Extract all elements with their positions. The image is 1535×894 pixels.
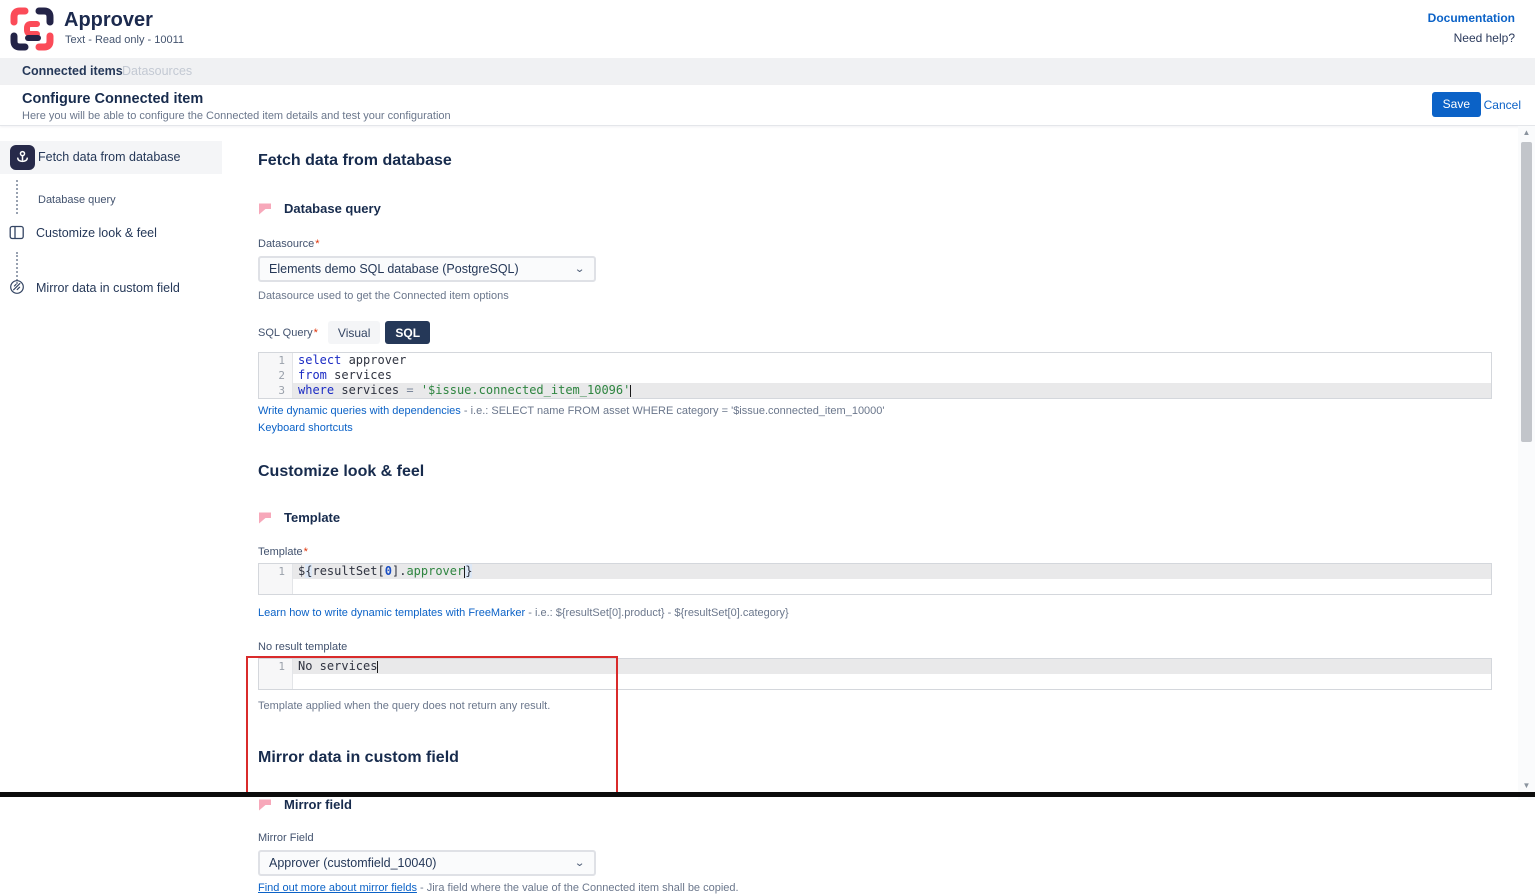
sidebar-item-database-query[interactable]: Database query: [38, 194, 116, 206]
tab-connected-items[interactable]: Connected items: [22, 58, 123, 85]
datasource-select[interactable]: Elements demo SQL database (PostgreSQL) …: [258, 256, 596, 282]
mirror-field-label: Mirror Field: [258, 832, 1492, 844]
sql-query-label: SQL Query*: [258, 327, 318, 339]
template-editor[interactable]: 1${resultSet[0].approver}: [258, 563, 1492, 595]
sidebar-item-fetch-data-label[interactable]: Fetch data from database: [38, 150, 180, 164]
visual-mode-button[interactable]: Visual: [328, 321, 380, 344]
dynamic-queries-link[interactable]: Write dynamic queries with dependencies: [258, 405, 461, 417]
mirror-field-select[interactable]: Approver (customfield_10040) ⌄: [258, 850, 596, 876]
flag-icon: [258, 203, 272, 215]
template-section-header: Template: [258, 510, 1492, 525]
scroll-down-icon[interactable]: ▼: [1518, 779, 1535, 793]
config-title: Configure Connected item: [22, 91, 203, 107]
section-title: Template: [284, 510, 340, 525]
template-help: Learn how to write dynamic templates wit…: [258, 607, 1492, 619]
sidebar-item-customize[interactable]: Customize look & feel: [36, 226, 157, 240]
step-connector: [16, 180, 18, 214]
flag-icon: [258, 512, 272, 524]
no-result-template-label: No result template: [258, 641, 1492, 653]
sql-mode-button[interactable]: SQL: [385, 321, 430, 344]
fetch-heading: Fetch data from database: [258, 152, 1492, 170]
chevron-down-icon: ⌄: [574, 859, 585, 867]
sql-help: Write dynamic queries with dependencies …: [258, 405, 1492, 417]
config-subtitle: Here you will be able to configure the C…: [22, 110, 451, 122]
sidebar-item-mirror-data[interactable]: Mirror data in custom field: [36, 281, 180, 295]
required-mark: *: [304, 546, 308, 558]
save-button[interactable]: Save: [1432, 92, 1481, 117]
flag-icon: [258, 799, 272, 811]
tab-strip: Connected items Datasources: [0, 58, 1535, 85]
page-title: Approver: [64, 9, 153, 32]
item-type-subtitle: Text - Read only - 10011: [65, 34, 184, 46]
config-bar: Configure Connected item Here you will b…: [0, 85, 1535, 126]
cancel-button[interactable]: Cancel: [1484, 98, 1521, 112]
sql-editor[interactable]: 1select approver2from services3where ser…: [258, 352, 1492, 399]
anchor-icon: [10, 145, 35, 170]
no-result-template-editor[interactable]: 1No services: [258, 658, 1492, 690]
need-help-link[interactable]: Need help?: [1454, 31, 1515, 45]
required-mark: *: [314, 327, 318, 339]
scrollbar[interactable]: ▲ ▼: [1518, 126, 1535, 800]
main-content: Fetch data from database Database query …: [258, 126, 1492, 894]
tab-datasources[interactable]: Datasources: [122, 58, 192, 85]
section-title: Mirror field: [284, 797, 352, 812]
mirror-help: Find out more about mirror fields - Jira…: [258, 882, 1492, 894]
sql-query-row: SQL Query* Visual SQL: [258, 321, 1492, 344]
mirror-icon: [9, 279, 25, 300]
chevron-down-icon: ⌄: [574, 265, 585, 273]
window-bottom-edge: [0, 792, 1535, 797]
mirror-field-section-header: Mirror field: [258, 797, 1492, 812]
layout-icon: [9, 225, 25, 245]
section-title: Database query: [284, 201, 381, 216]
required-mark: *: [315, 238, 319, 250]
documentation-link[interactable]: Documentation: [1428, 11, 1515, 25]
template-label: Template*: [258, 546, 1492, 558]
scrollbar-thumb[interactable]: [1521, 142, 1532, 442]
datasource-help: Datasource used to get the Connected ite…: [258, 290, 1492, 302]
freemarker-link[interactable]: Learn how to write dynamic templates wit…: [258, 607, 525, 619]
keyboard-shortcuts-link[interactable]: Keyboard shortcuts: [258, 422, 1492, 434]
scroll-up-icon[interactable]: ▲: [1518, 126, 1535, 140]
mirror-heading: Mirror data in custom field: [258, 749, 1492, 767]
app-header: Approver Text - Read only - 10011 Docume…: [0, 0, 1535, 58]
database-query-section-header: Database query: [258, 201, 1492, 216]
app-logo-icon: [10, 7, 54, 51]
customize-heading: Customize look & feel: [258, 463, 1492, 481]
mirror-fields-link[interactable]: Find out more about mirror fields: [258, 882, 417, 894]
no-result-help: Template applied when the query does not…: [258, 700, 1492, 712]
datasource-label: Datasource*: [258, 238, 1492, 250]
